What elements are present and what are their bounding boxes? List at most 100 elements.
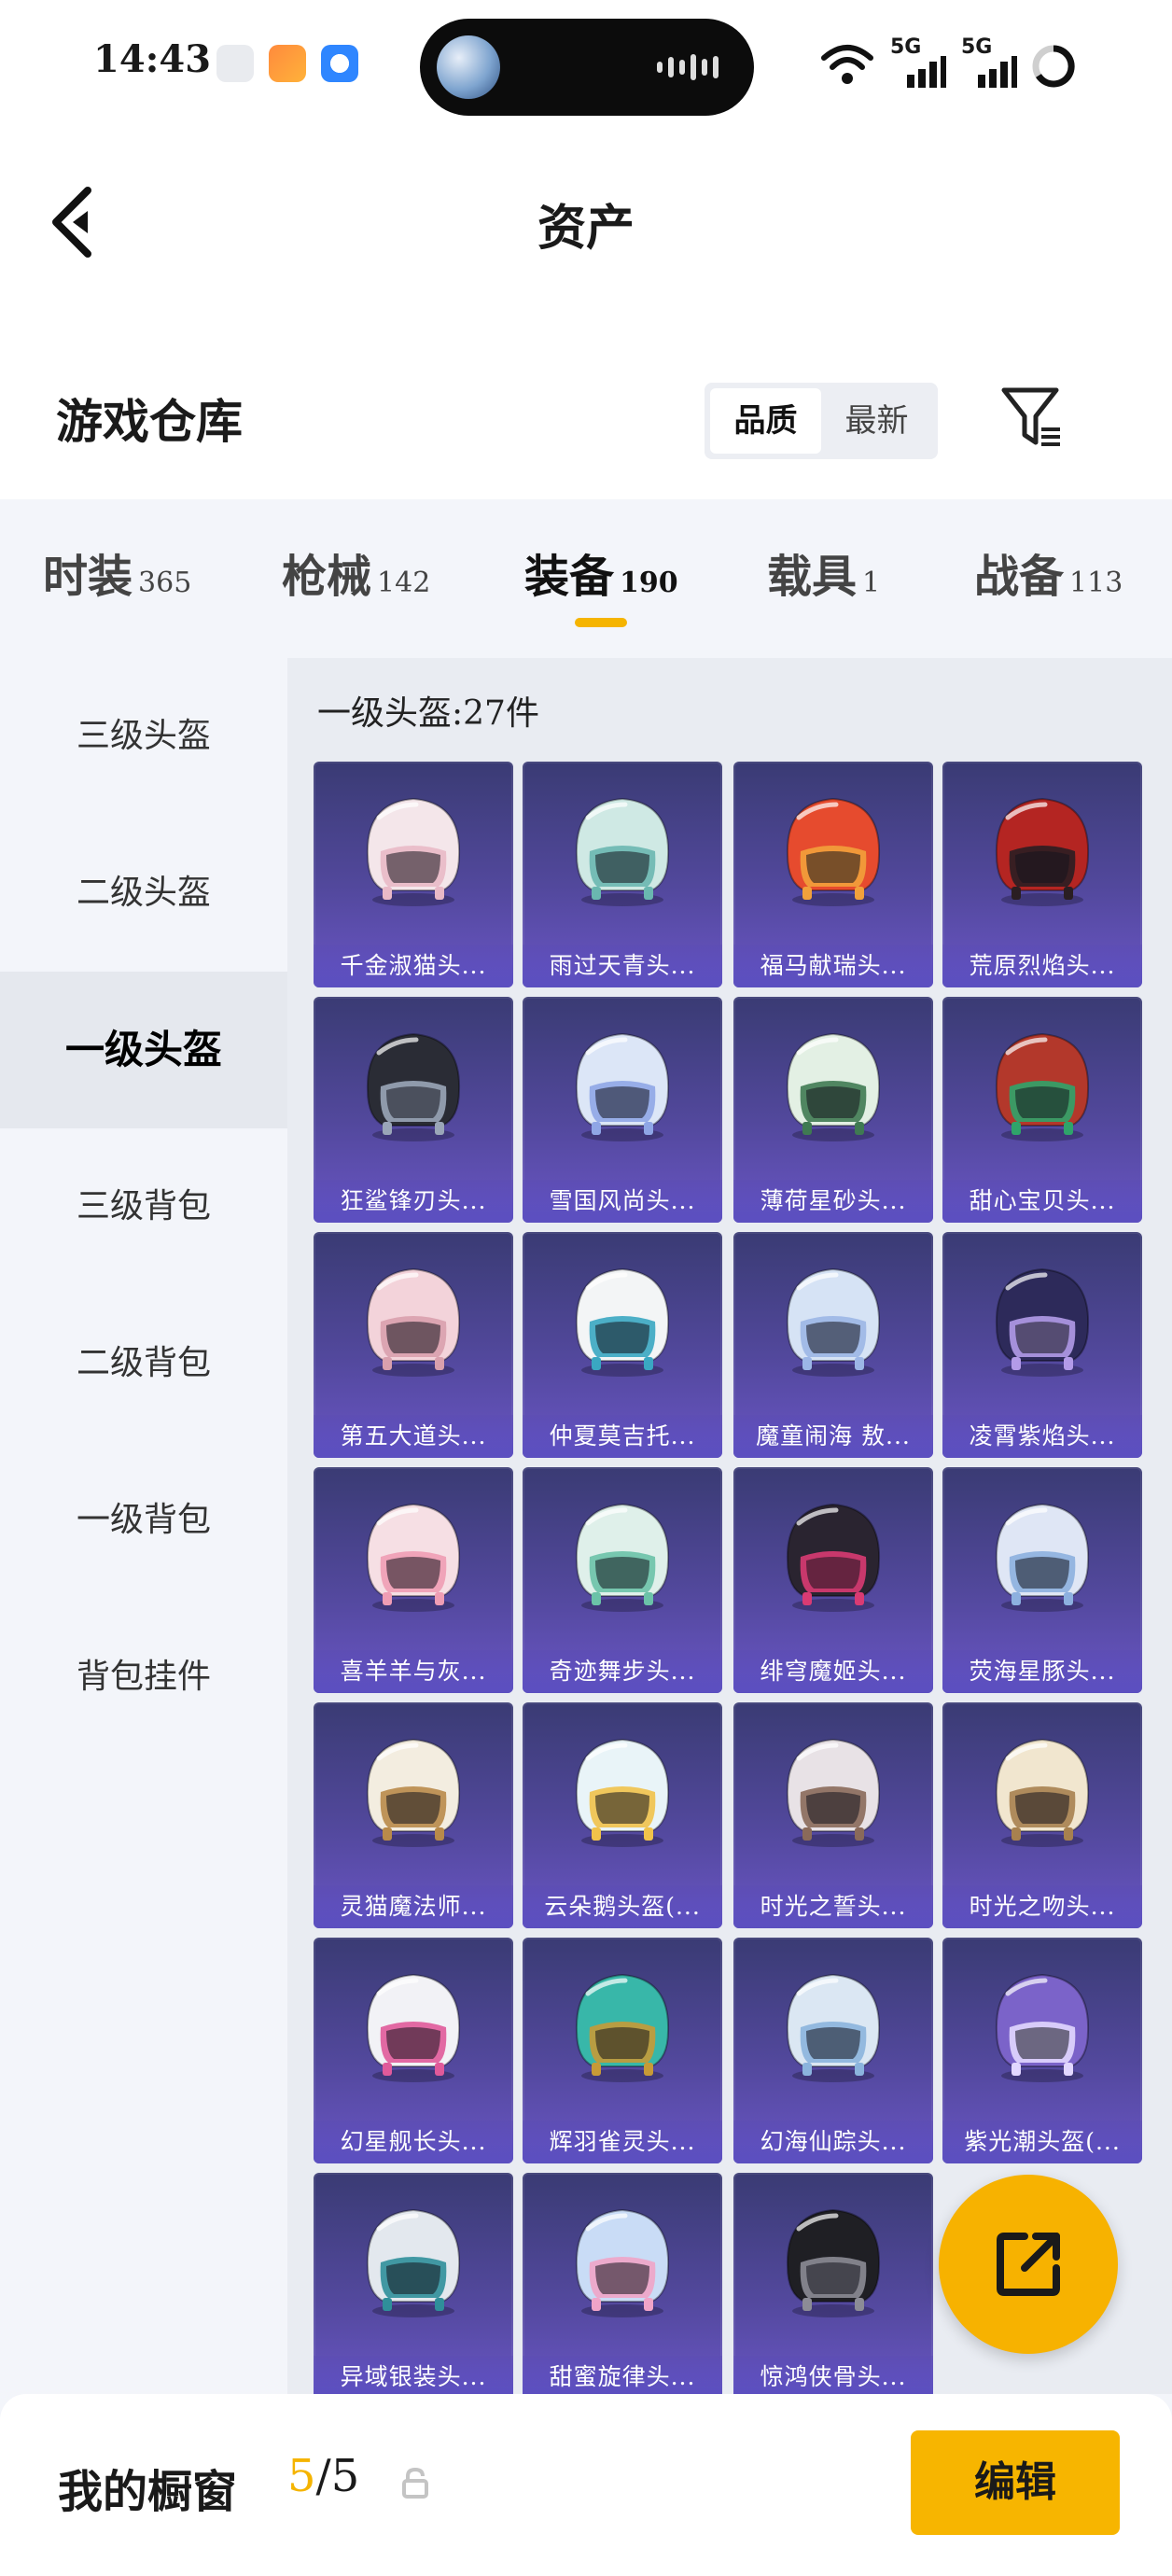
- item-card[interactable]: 时光之吻头...: [942, 1702, 1142, 1928]
- item-card[interactable]: 幻海仙踪头...: [733, 1938, 933, 2163]
- signal-strength-1-icon: [907, 56, 946, 88]
- item-name: 凌霄紫焰头...: [942, 1415, 1142, 1458]
- item-name: 辉羽雀灵头...: [523, 2121, 722, 2163]
- item-card[interactable]: 薄荷星砂头...: [733, 997, 933, 1223]
- app-notification-icon: [216, 45, 254, 82]
- status-bar: 14:43 5G 5G: [0, 0, 1172, 131]
- item-name: 第五大道头...: [314, 1415, 513, 1458]
- tab-count: 1: [862, 567, 881, 599]
- tab-equipment[interactable]: 装备 190: [524, 539, 678, 605]
- subcategory-sidebar: 三级头盔 二级头盔 一级头盔 三级背包 二级背包 一级背包 背包挂件: [0, 658, 287, 2394]
- active-tab-indicator: [575, 618, 627, 627]
- grid-count-title: 一级头盔:27件: [317, 694, 539, 733]
- sidebar-item-level3-helmet[interactable]: 三级头盔: [0, 658, 287, 815]
- tab-fashion[interactable]: 时装 365: [43, 539, 191, 605]
- item-card[interactable]: 魔童闹海 敖...: [733, 1232, 933, 1458]
- item-name: 荒原烈焰头...: [942, 945, 1142, 987]
- item-card[interactable]: 甜蜜旋律头...: [523, 2173, 722, 2399]
- media-artwork-icon: [437, 35, 500, 99]
- item-card[interactable]: 甜心宝贝头...: [942, 997, 1142, 1223]
- video-app-notification-icon: [269, 45, 306, 82]
- tab-label: 枪械: [282, 551, 372, 603]
- item-card[interactable]: 奇迹舞步头...: [523, 1467, 722, 1693]
- tab-label: 载具: [767, 551, 858, 603]
- item-name: 喜羊羊与灰...: [314, 1650, 513, 1693]
- item-card[interactable]: 绯穹魔姬头...: [733, 1467, 933, 1693]
- showcase-total: /5: [315, 2450, 360, 2502]
- item-card[interactable]: 荒原烈焰头...: [942, 762, 1142, 987]
- sidebar-item-level1-helmet[interactable]: 一级头盔: [0, 972, 287, 1128]
- item-card[interactable]: 异域银装头...: [314, 2173, 513, 2399]
- helmet-icon: [366, 1503, 461, 1612]
- item-name: 甜心宝贝头...: [942, 1180, 1142, 1223]
- item-name: 薄荷星砂头...: [733, 1180, 933, 1223]
- audio-wave-icon: [657, 54, 719, 80]
- item-card[interactable]: 灵猫魔法师...: [314, 1702, 513, 1928]
- sort-toggle[interactable]: 品质 最新: [705, 383, 938, 459]
- warehouse-title: 游戏仓库: [56, 394, 243, 449]
- helmet-icon: [995, 1503, 1090, 1612]
- sort-latest-option[interactable]: 最新: [821, 388, 932, 454]
- item-name: 惊鸿侠骨头...: [733, 2356, 933, 2399]
- share-button[interactable]: [939, 2175, 1118, 2354]
- item-name: 时光之吻头...: [942, 1885, 1142, 1928]
- helmet-icon: [575, 1267, 670, 1377]
- tab-weapons[interactable]: 枪械 142: [282, 539, 430, 605]
- item-name: 灵猫魔法师...: [314, 1885, 513, 1928]
- item-name: 千金淑猫头...: [314, 945, 513, 987]
- item-name: 奇迹舞步头...: [523, 1650, 722, 1693]
- item-name: 甜蜜旋律头...: [523, 2356, 722, 2399]
- helmet-icon: [366, 797, 461, 906]
- sidebar-item-level1-backpack[interactable]: 一级背包: [0, 1442, 287, 1599]
- browser-notification-icon: [321, 45, 358, 82]
- edit-button[interactable]: 编辑: [911, 2430, 1120, 2535]
- helmet-icon: [575, 1973, 670, 2082]
- item-name: 仲夏莫吉托...: [523, 1415, 722, 1458]
- item-card[interactable]: 辉羽雀灵头...: [523, 1938, 722, 2163]
- tab-supplies[interactable]: 战备 113: [974, 539, 1123, 605]
- wifi-icon: [821, 45, 873, 84]
- item-card[interactable]: 福马献瑞头...: [733, 762, 933, 987]
- dynamic-island[interactable]: [420, 19, 754, 116]
- item-name: 狂鲨锋刃头...: [314, 1180, 513, 1223]
- helmet-icon: [575, 797, 670, 906]
- item-card[interactable]: 狂鲨锋刃头...: [314, 997, 513, 1223]
- helmet-icon: [786, 2208, 881, 2317]
- item-card[interactable]: 雨过天青头...: [523, 762, 722, 987]
- helmet-icon: [366, 1267, 461, 1377]
- tab-count: 365: [138, 567, 192, 599]
- item-card[interactable]: 雪国风尚头...: [523, 997, 722, 1223]
- sidebar-item-level2-backpack[interactable]: 二级背包: [0, 1285, 287, 1442]
- helmet-icon: [995, 1973, 1090, 2082]
- sidebar-item-level2-helmet[interactable]: 二级头盔: [0, 815, 287, 972]
- helmet-icon: [575, 1738, 670, 1847]
- tab-count: 113: [1069, 567, 1123, 599]
- tab-vehicles[interactable]: 载具 1: [767, 539, 880, 605]
- item-card[interactable]: 幻星舰长头...: [314, 1938, 513, 2163]
- helmet-icon: [786, 1032, 881, 1141]
- sidebar-item-level3-backpack[interactable]: 三级背包: [0, 1128, 287, 1285]
- status-time: 14:43: [93, 37, 212, 81]
- item-card[interactable]: 千金淑猫头...: [314, 762, 513, 987]
- sidebar-item-backpack-charm[interactable]: 背包挂件: [0, 1599, 287, 1756]
- item-card[interactable]: 第五大道头...: [314, 1232, 513, 1458]
- helmet-icon: [366, 1032, 461, 1141]
- item-card[interactable]: 仲夏莫吉托...: [523, 1232, 722, 1458]
- item-card[interactable]: 凌霄紫焰头...: [942, 1232, 1142, 1458]
- item-name: 紫光潮头盔(...: [942, 2121, 1142, 2163]
- item-card[interactable]: 荧海星豚头...: [942, 1467, 1142, 1693]
- item-card[interactable]: 时光之誓头...: [733, 1702, 933, 1928]
- item-card[interactable]: 喜羊羊与灰...: [314, 1467, 513, 1693]
- sort-quality-option[interactable]: 品质: [710, 388, 821, 454]
- item-card[interactable]: 惊鸿侠骨头...: [733, 2173, 933, 2399]
- item-card[interactable]: 云朵鹅头盔(...: [523, 1702, 722, 1928]
- item-card[interactable]: 紫光潮头盔(...: [942, 1938, 1142, 2163]
- showcase-current: 5: [287, 2450, 316, 2502]
- helmet-icon: [575, 1032, 670, 1141]
- item-name: 云朵鹅头盔(...: [523, 1885, 722, 1928]
- filter-icon[interactable]: [998, 385, 1066, 452]
- lock-icon: [402, 2467, 428, 2499]
- battery-ring-icon: [1032, 45, 1075, 88]
- helmet-icon: [786, 1973, 881, 2082]
- share-out-icon: [997, 2233, 1060, 2296]
